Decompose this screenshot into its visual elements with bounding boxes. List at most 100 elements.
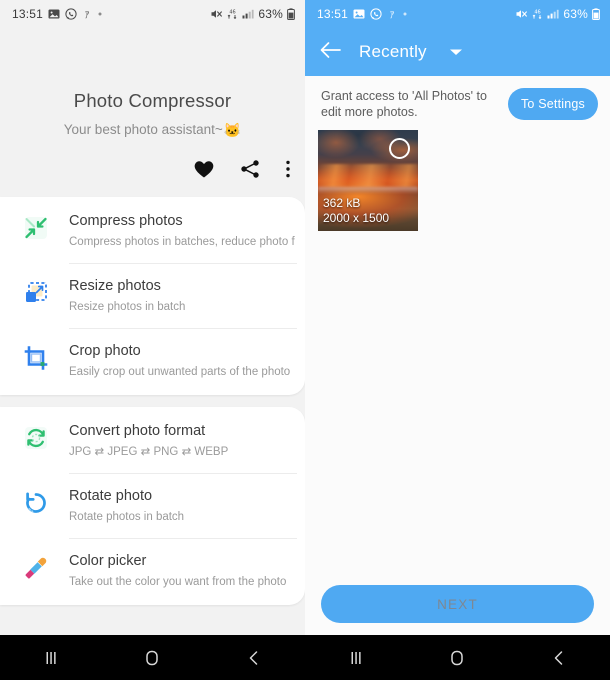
list-item-text: Color picker Take out the color you want…: [56, 552, 295, 590]
list-item-title: Convert photo format: [69, 423, 206, 439]
home-icon[interactable]: [122, 649, 182, 667]
battery-percent-label: 63%: [563, 7, 588, 21]
list-item-description: Easily crop out unwanted parts of the ph…: [69, 366, 291, 378]
list-item-description: Rotate photos in batch: [69, 511, 185, 523]
photo-horizon-layer: [318, 186, 418, 193]
rotate-left-icon: [16, 487, 56, 516]
status-bar-clock: 13:51: [317, 7, 349, 21]
page-title: Photo Compressor: [73, 90, 232, 111]
list-item-compress-photos[interactable]: Compress photos Compress photos in batch…: [0, 199, 305, 263]
svg-text:ｱ: ｱ: [85, 11, 90, 20]
to-settings-button[interactable]: To Settings: [507, 88, 598, 120]
more-options-button[interactable]: [285, 159, 291, 179]
recents-icon[interactable]: [326, 649, 386, 667]
list-item-description: Resize photos in batch: [69, 301, 186, 313]
back-icon[interactable]: [529, 649, 589, 667]
status-bar-left-group: 13:51 ｱ: [317, 7, 408, 21]
list-item-crop-photo[interactable]: Crop photo Easily crop out unwanted part…: [0, 329, 305, 393]
mute-icon: [210, 8, 223, 20]
status-bar-clock: 13:51: [12, 7, 44, 21]
home-icon[interactable]: [427, 649, 487, 667]
list-item-title: Color picker: [69, 553, 147, 569]
back-arrow-icon[interactable]: [319, 41, 341, 64]
next-button[interactable]: NEXT: [321, 585, 594, 623]
app-bar: Recently: [305, 28, 610, 76]
dot-icon: [97, 11, 103, 17]
next-button-container: NEXT: [305, 585, 610, 635]
list-item-description: Compress photos in batches, reduce photo…: [69, 236, 295, 248]
app-subtitle: Your best photo assistant~: [63, 122, 223, 137]
gallery-icon: [48, 8, 60, 20]
dual-screenshot-container: 13:51 ｱ 46 63% Photo Compressor Your bes…: [0, 0, 610, 680]
battery-icon: [592, 8, 600, 20]
battery-icon: [287, 8, 295, 20]
gallery-icon: [353, 8, 365, 20]
android-nav-bar-left: [0, 635, 305, 680]
feature-card-2: Convert photo format JPG ⇄ JPEG ⇄ PNG ⇄ …: [0, 407, 305, 605]
list-item-convert-photo-format[interactable]: Convert photo format JPG ⇄ JPEG ⇄ PNG ⇄ …: [0, 409, 305, 473]
list-item-text: Crop photo Easily crop out unwanted part…: [56, 342, 295, 380]
dot-icon: [402, 11, 408, 17]
status-bar-right-group: 46 63%: [515, 7, 600, 21]
photo-thumbnail[interactable]: 362 kB 2000 x 1500: [318, 130, 418, 231]
crop-icon: [16, 342, 56, 371]
list-item-text: Resize photos Resize photos in batch: [56, 277, 295, 315]
japanese-app-icon: ｱ: [387, 9, 397, 20]
hero-action-bar: [0, 137, 305, 179]
battery-percent-label: 63%: [258, 7, 283, 21]
status-bar-right-group: 46 63%: [210, 7, 295, 21]
feature-card-1: Compress photos Compress photos in batch…: [0, 197, 305, 395]
photo-select-checkbox[interactable]: [389, 138, 410, 159]
svg-text:ｱ: ｱ: [390, 11, 395, 20]
list-item-title: Rotate photo: [69, 488, 153, 504]
grant-access-message: Grant access to 'All Photos' to edit mor…: [321, 89, 487, 119]
android-nav-bar-right: [305, 635, 610, 680]
list-item-rotate-photo[interactable]: Rotate photo Rotate photos in batch: [0, 474, 305, 538]
list-item-text: Rotate photo Rotate photos in batch: [56, 487, 295, 525]
app-subtitle-row: Your best photo assistant~ 🐱: [0, 122, 305, 137]
signal-bars-icon: [547, 8, 559, 20]
feature-card-list: Compress photos Compress photos in batch…: [0, 197, 305, 605]
resize-icon: [16, 277, 56, 306]
compress-arrows-icon: [16, 212, 56, 241]
favorite-button[interactable]: [193, 159, 215, 179]
photo-meta: 362 kB 2000 x 1500: [323, 196, 389, 226]
photo-size-label: 362 kB: [323, 196, 361, 210]
japanese-app-icon: ｱ: [82, 9, 92, 20]
whatsapp-icon: [65, 8, 77, 20]
whatsapp-icon: [370, 8, 382, 20]
list-item-title: Resize photos: [69, 278, 161, 294]
svg-text:46: 46: [535, 9, 541, 15]
photo-dimensions-label: 2000 x 1500: [323, 211, 390, 225]
back-icon[interactable]: [224, 649, 284, 667]
eyedropper-icon: [16, 552, 56, 581]
convert-refresh-icon: [16, 422, 56, 451]
list-item-resize-photos[interactable]: Resize photos Resize photos in batch: [0, 264, 305, 328]
list-item-title: Crop photo: [69, 343, 141, 359]
recents-icon[interactable]: [21, 649, 81, 667]
list-item-text: Compress photos Compress photos in batch…: [56, 212, 295, 250]
grant-access-banner: Grant access to 'All Photos' to edit mor…: [305, 76, 610, 130]
share-button[interactable]: [239, 159, 261, 179]
network-transfer-icon: 46: [227, 8, 238, 20]
list-item-description: JPG ⇄ JPEG ⇄ PNG ⇄ WEBP: [69, 446, 229, 458]
mute-icon: [515, 8, 528, 20]
list-item-description: Take out the color you want from the pho…: [69, 576, 287, 588]
photo-streak-layer: [318, 164, 418, 187]
status-bar-left-group: 13:51 ｱ: [12, 7, 103, 21]
cat-emoji-icon: 🐱: [223, 121, 242, 138]
photo-grid: 362 kB 2000 x 1500: [305, 130, 610, 585]
signal-bars-icon: [242, 8, 254, 20]
right-screen-photo-picker: 13:51 ｱ 46 63% Recently Grant access to …: [305, 0, 610, 680]
list-item-color-picker[interactable]: Color picker Take out the color you want…: [0, 539, 305, 603]
status-bar-right: 13:51 ｱ 46 63%: [305, 0, 610, 28]
list-item-title: Compress photos: [69, 213, 183, 229]
left-screen-home: 13:51 ｱ 46 63% Photo Compressor Your bes…: [0, 0, 305, 680]
list-item-text: Convert photo format JPG ⇄ JPEG ⇄ PNG ⇄ …: [56, 422, 295, 460]
network-transfer-icon: 46: [532, 8, 543, 20]
app-hero-section: Photo Compressor Your best photo assista…: [0, 28, 305, 137]
album-title[interactable]: Recently: [359, 42, 427, 62]
svg-text:46: 46: [230, 9, 236, 15]
status-bar-left: 13:51 ｱ 46 63%: [0, 0, 305, 28]
chevron-down-icon[interactable]: [449, 47, 463, 57]
